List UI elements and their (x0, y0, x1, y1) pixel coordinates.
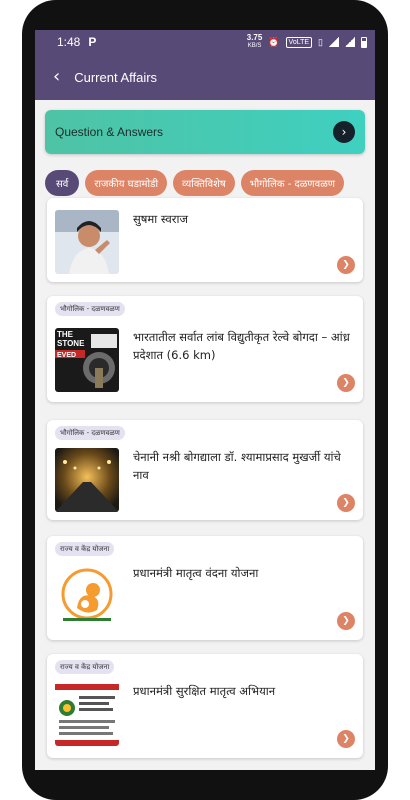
poster-text-2: STONE (57, 339, 85, 348)
list-item[interactable]: राज्य व केंद्र योजना प्रधानमंत्री मातृत्… (47, 536, 363, 640)
chevron-left-icon[interactable]: ‹ (53, 68, 60, 86)
chevron-right-icon[interactable]: ❯ (337, 730, 355, 748)
list-item[interactable]: भौगोलिक - दळणवळण चेनानी नश्री बोगद्याला … (47, 420, 363, 520)
thumbnail-tunnel-poster: THE STONE EVED (55, 328, 119, 392)
net-speed-value: 3.75 (246, 33, 263, 42)
category-tag: राज्य व केंद्र योजना (55, 542, 115, 556)
chip-politics[interactable]: राजकीय घडामोडी (85, 170, 168, 196)
status-bar: 1:48 P 3.75 KB/S ⏰ VoLTE ▯ (35, 30, 375, 54)
status-right: 3.75 KB/S ⏰ VoLTE ▯ (247, 34, 367, 50)
net-speed-unit: KB/S (247, 43, 262, 49)
net-speed: 3.75 KB/S (247, 34, 263, 50)
card-title: प्रधानमंत्री मातृत्व वंदना योजना (133, 566, 259, 580)
banner-label: Question & Answers (55, 125, 164, 139)
thumbnail-portrait (55, 210, 119, 274)
category-tag: भौगोलिक - दळणवळण (55, 302, 125, 316)
alarm-icon: ⏰ (268, 36, 280, 47)
chip-all[interactable]: सर्व (45, 170, 80, 196)
chevron-right-icon[interactable]: › (333, 121, 355, 143)
thumbnail-scheme-logo (55, 564, 119, 628)
chip-geography[interactable]: भौगोलिक - दळणवळण (240, 170, 345, 196)
status-time: 1:48 (57, 35, 81, 49)
poster-text-3: EVED (57, 352, 76, 359)
question-answers-banner[interactable]: Question & Answers › (45, 110, 365, 154)
chip-personalities[interactable]: व्यक्तिविशेष (173, 170, 235, 196)
app-notification-icon: P (88, 35, 97, 49)
thumbnail-scheme-poster (55, 682, 119, 746)
card-title: सुषमा स्वराज (133, 212, 189, 226)
app-bar: ‹ Current Affairs (35, 54, 375, 100)
volte-badge: VoLTE (285, 36, 313, 48)
chevron-right-icon[interactable]: ❯ (337, 256, 355, 274)
vibrate-icon: ▯ (318, 36, 323, 47)
chevron-right-icon[interactable]: ❯ (337, 374, 355, 392)
thumbnail-tunnel-lights (55, 448, 119, 512)
category-tag: भौगोलिक - दळणवळण (55, 426, 125, 440)
card-title: चेनानी नश्री बोगद्याला डॉ. श्यामाप्रसाद … (133, 450, 341, 482)
card-title: प्रधानमंत्री सुरक्षित मातृत्व अभियान (133, 684, 276, 698)
category-chips: सर्व राजकीय घडामोडी व्यक्तिविशेष भौगोलिक… (45, 170, 345, 196)
battery-icon (361, 36, 367, 48)
card-title: भारतातील सर्वात लांब विद्युतीकृत रेल्वे … (133, 330, 350, 362)
poster-text-1: THE (57, 330, 74, 339)
signal-icon (329, 37, 339, 47)
page-title: Current Affairs (74, 69, 158, 85)
category-tag: राज्य व केंद्र योजना (55, 660, 115, 674)
signal-icon-2 (345, 37, 355, 47)
list-item[interactable]: सुषमा स्वराज ❯ (47, 198, 363, 282)
chevron-right-icon[interactable]: ❯ (337, 612, 355, 630)
list-item[interactable]: भौगोलिक - दळणवळण THE STONE EVED भारतातील… (47, 296, 363, 402)
app-screen: 1:48 P 3.75 KB/S ⏰ VoLTE ▯ ‹ Current Aff… (35, 30, 375, 770)
list-item[interactable]: राज्य व केंद्र योजना प्रधानमंत्री सुरक्ष… (47, 654, 363, 758)
chevron-right-icon[interactable]: ❯ (337, 494, 355, 512)
